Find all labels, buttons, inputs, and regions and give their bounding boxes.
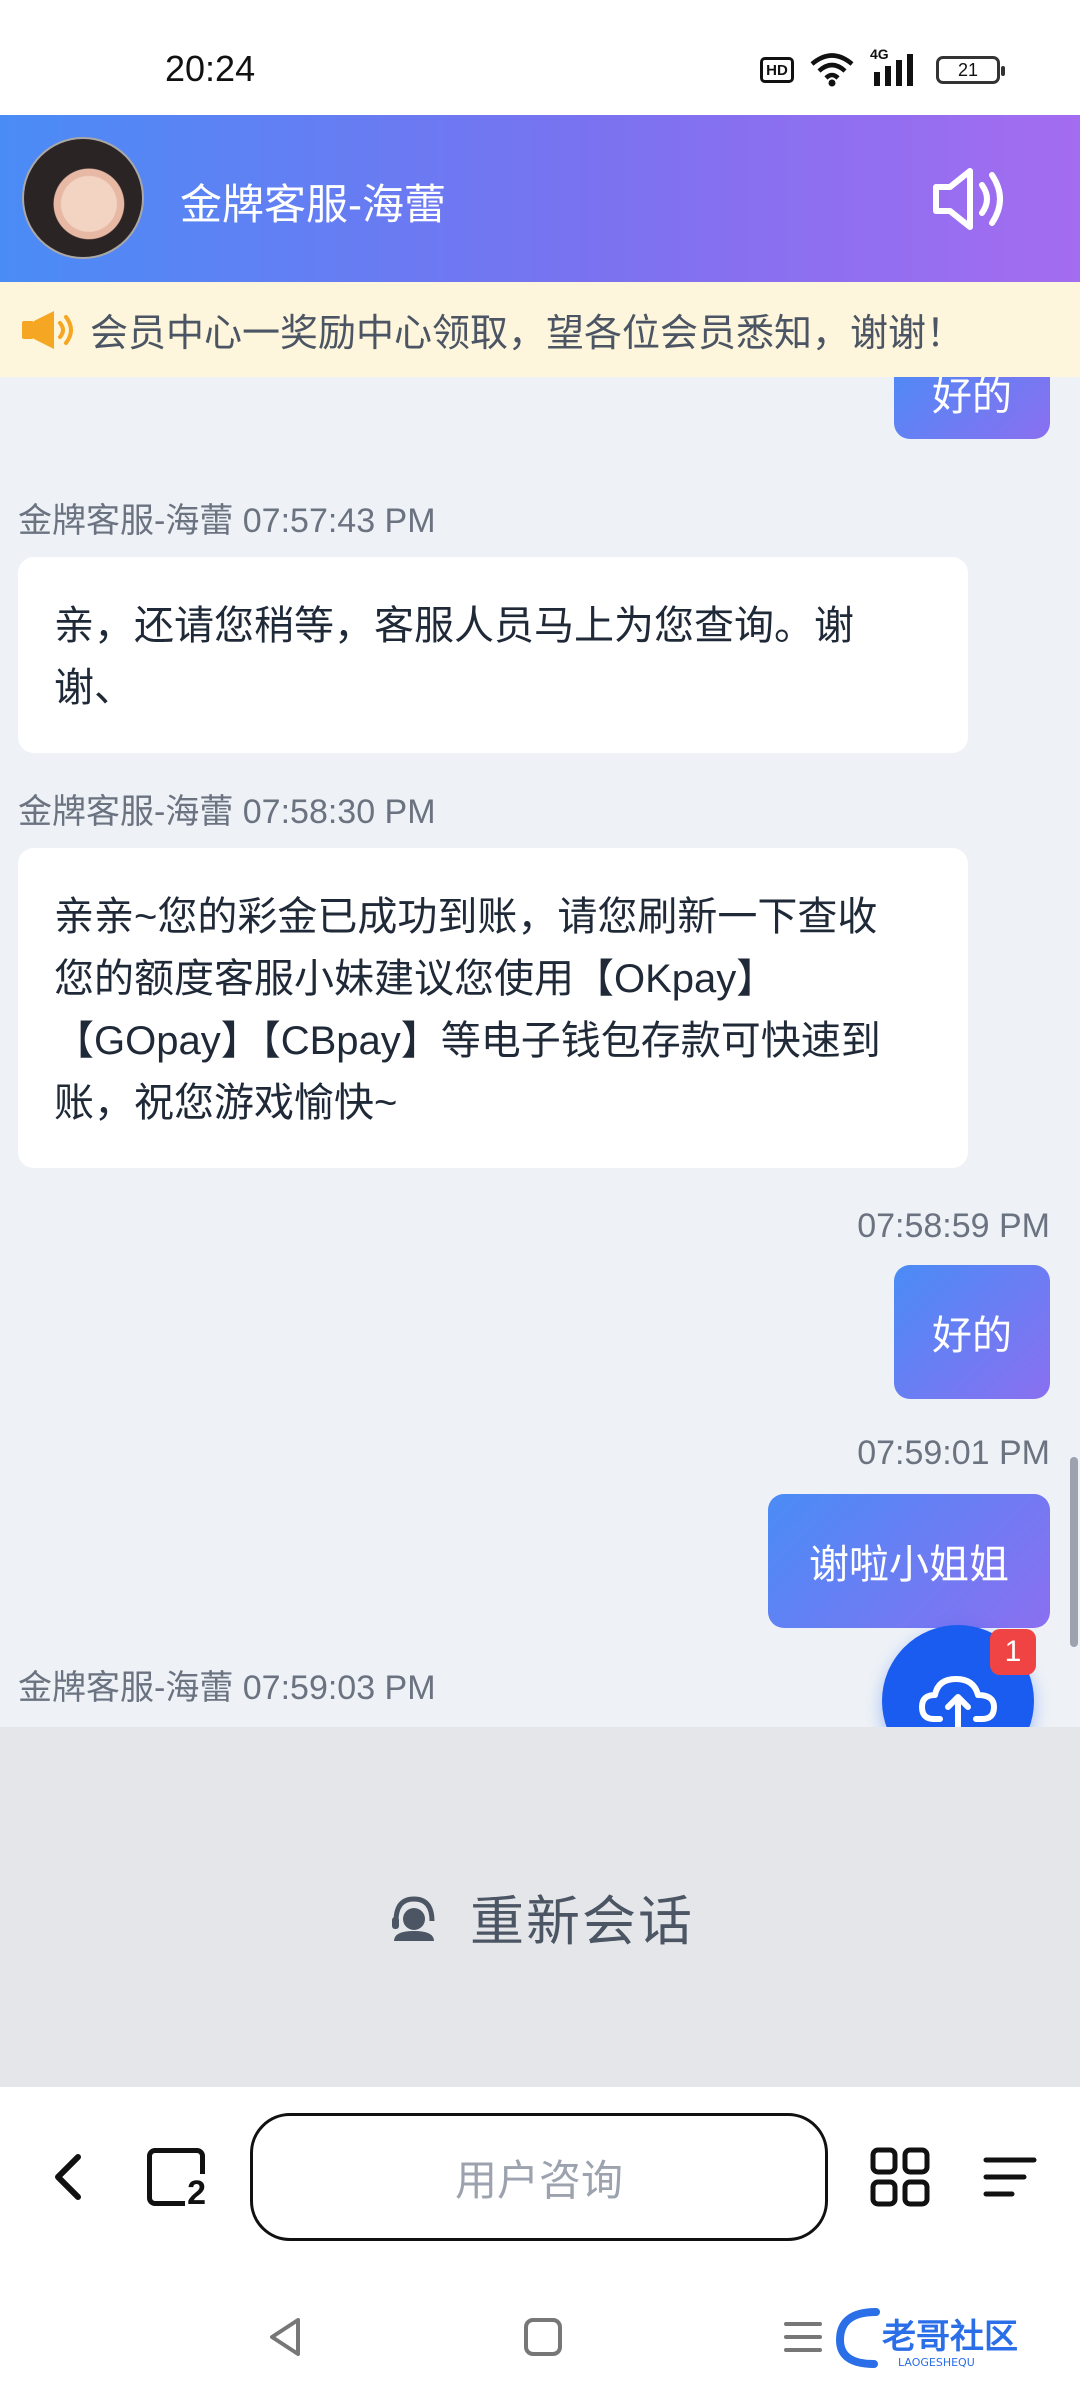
system-home-icon[interactable] [518,2312,568,2362]
restart-conversation-button[interactable]: 重新会话 [388,1877,694,1956]
message-line: 亲，还请您稍等，客服人员马上为您查询。谢 [54,604,854,648]
tabs-button[interactable]: 2 [136,2137,216,2217]
notice-bar[interactable]: 会员中心一奖励中心领取，望各位会员悉知，谢谢！ [0,282,1080,377]
message-line: 您的额度客服小妹建议您使用【OKpay】 [54,957,777,1001]
system-recents-icon[interactable] [778,2312,828,2362]
watermark-logo: 老哥社区 LAOGESHEQU [836,2308,1018,2369]
restart-panel: 重新会话 [0,1727,1080,2087]
outgoing-message: 好的 [894,377,1050,439]
message-text: 好的 [932,1314,1012,1358]
message-text: 好的 [932,377,1012,419]
chat-area[interactable]: 好的 金牌客服-海蕾 07:57:43 PM 亲，还请您稍等，客服人员马上为您查… [0,377,1080,1727]
scrollbar[interactable] [1070,1457,1078,1647]
status-icons: HD 4G 21 [760,46,1005,88]
tabs-icon: 2 [147,2148,208,2213]
cloud-upload-icon [919,1676,997,1730]
status-bar: 20:24 HD 4G 21 [0,0,1080,115]
outgoing-message: 谢啦小姐姐 [768,1494,1050,1628]
message-meta: 金牌客服-海蕾 07:58:30 PM [18,793,436,831]
agent-headset-icon [392,1895,435,1941]
agent-avatar[interactable] [22,137,144,259]
outgoing-message: 好的 [894,1265,1050,1399]
system-back-icon[interactable] [262,2312,312,2362]
message-meta: 金牌客服-海蕾 07:59:03 PM [18,1669,436,1707]
cell-signal-icon: 4G [870,46,920,88]
message-meta: 金牌客服-海蕾 07:57:43 PM [18,502,436,540]
hd-icon: HD [760,57,794,83]
watermark-text: 老哥社区 [882,2317,1018,2357]
incoming-message: 亲，还请您稍等，客服人员马上为您查询。谢 谢、 [18,557,968,753]
browser-toolbar: 2 用户咨询 [0,2087,1080,2272]
message-meta: 07:58:59 PM [857,1207,1050,1245]
chevron-left-icon [55,2154,81,2200]
menu-button[interactable] [970,2137,1050,2217]
speaker-icon[interactable] [930,163,1010,235]
message-line: 亲亲~您的彩金已成功到账，请您刷新一下查收 [54,895,878,939]
agent-title: 金牌客服-海蕾 [180,181,446,228]
battery-icon: 21 [936,56,1005,84]
notification-badge: 1 [990,1629,1036,1675]
notice-text: 会员中心一奖励中心领取，望各位会员悉知，谢谢！ [90,313,965,355]
grid-icon [870,2147,930,2207]
wifi-icon [810,53,854,87]
message-line: 【GOpay】【CBpay】等电子钱包存款可快速到 [54,1019,881,1063]
message-line: 谢、 [54,666,134,710]
system-nav-bar: 老哥社区 LAOGESHEQU [0,2272,1080,2400]
apps-button[interactable] [860,2137,940,2217]
megaphone-icon [22,310,73,349]
battery-level: 21 [957,59,979,80]
status-time: 20:24 [165,48,256,89]
tabs-count: 2 [185,2174,208,2213]
back-button[interactable] [28,2137,108,2217]
watermark-subtext: LAOGESHEQU [898,2356,975,2369]
incoming-message: 亲亲~您的彩金已成功到账，请您刷新一下查收 您的额度客服小妹建议您使用【OKpa… [18,848,968,1168]
address-input[interactable]: 用户咨询 [250,2113,828,2241]
message-text: 谢啦小姐姐 [809,1543,1009,1587]
menu-icon [983,2157,1037,2197]
restart-label: 重新会话 [470,1892,694,1952]
message-meta: 07:59:01 PM [857,1434,1050,1472]
chat-header: 金牌客服-海蕾 [0,115,1080,282]
message-line: 账，祝您游戏愉快~ [54,1081,398,1125]
